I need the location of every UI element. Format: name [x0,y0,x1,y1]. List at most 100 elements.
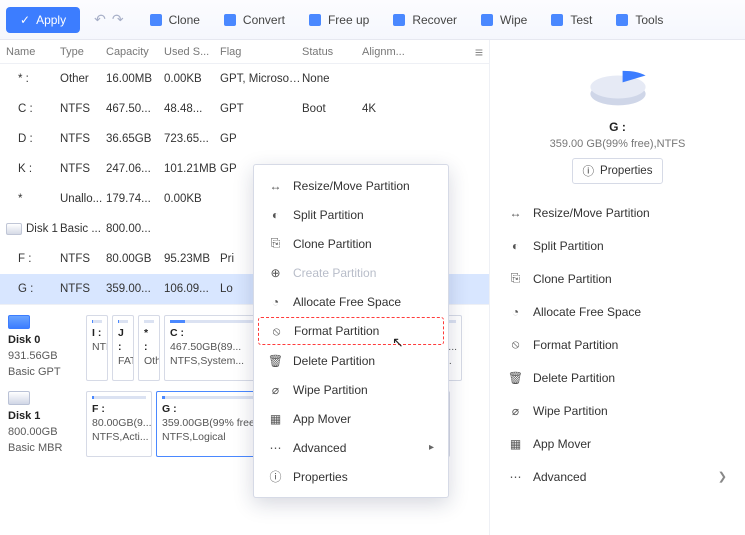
part-sub: Oth... [144,354,154,368]
ctx-allocate-free-space[interactable]: ◔Allocate Free Space [254,287,448,316]
col-used[interactable]: Used S... [164,46,220,58]
side-op-allocate-free-space[interactable]: ◔Allocate Free Space [500,297,735,326]
part-sub2: NTFS,Acti... [92,430,146,444]
tool-free-up[interactable]: Free up [305,8,371,32]
tool-recover[interactable]: Recover [389,8,459,32]
ctx-advanced[interactable]: ⋯Advanced▸ [254,433,448,462]
list-view-icon[interactable]: ≡ [475,44,483,60]
col-flag[interactable]: Flag [220,46,302,58]
cell: 0.00KB [164,193,220,205]
properties-button[interactable]: ⓘ Properties [572,158,664,184]
side-op-advanced[interactable]: ⋯ Advanced ❯ [500,462,735,491]
ctx-split-partition[interactable]: ◐ Split Partition [254,200,448,229]
disk-icon [8,315,30,329]
partition-block[interactable]: J :FAT... [112,315,134,381]
col-capacity[interactable]: Capacity [106,46,164,58]
tool-clone[interactable]: Clone [146,8,202,32]
ctx-label: Properties [293,470,348,484]
cell: * : [6,73,60,85]
cell: NTFS [60,283,106,295]
alloc-icon: ◔ [268,294,283,309]
ctx-create-partition: ⊕Create Partition [254,258,448,287]
ctx-label: Split Partition [293,208,364,222]
cell: NTFS [60,163,106,175]
usage-bar [92,320,102,323]
create-icon: ⊕ [268,265,283,280]
side-op-split-partition[interactable]: ◐Split Partition [500,231,735,260]
apply-button[interactable]: ✓ Apply [6,7,80,33]
cell: 48.48... [164,103,220,115]
split-icon: ◐ [268,207,283,222]
ctx-label: Advanced [293,441,346,455]
ctx-properties[interactable]: ⓘProperties [254,462,448,491]
partition-block[interactable]: * :Oth... [138,315,160,381]
col-align[interactable]: Alignm... [362,46,416,58]
split-icon: ◐ [508,238,523,253]
free up-icon [307,12,323,28]
redo-icon[interactable]: ↷ [112,11,124,28]
disk-size: 800.00GB [8,425,80,441]
cell: Unallo... [60,193,106,205]
side-op-delete-partition[interactable]: 🗑Delete Partition [500,363,735,392]
part-name: I : [92,326,102,340]
side-op-clone-partition[interactable]: ⎘Clone Partition [500,264,735,293]
ctx-label: Wipe Partition [293,383,368,397]
tool-label: Wipe [500,13,527,27]
cell: * [6,193,60,205]
partition-block[interactable]: I :NTF... [86,315,108,381]
side-op-label: Advanced [533,470,586,484]
disk-name: Disk 0 [8,333,80,349]
partition-block[interactable]: F :80.00GB(9...NTFS,Acti... [86,391,152,457]
ctx-app-mover[interactable]: ▦App Mover [254,404,448,433]
partition-row[interactable]: D :NTFS36.65GB723.65...GP [0,124,489,154]
tool-label: Free up [328,13,369,27]
tool-convert[interactable]: Convert [220,8,287,32]
tool-label: Recover [412,13,457,27]
cell: Disk 1 [6,223,60,235]
top-toolbar: ✓ Apply ↶ ↷ Clone Convert Free up Recover Wi… [0,0,745,40]
ctx-delete-partition[interactable]: 🗑Delete Partition [254,346,448,375]
side-op-wipe-partition[interactable]: ⌀Wipe Partition [500,396,735,425]
tool-wipe[interactable]: Wipe [477,8,529,32]
part-sub: 80.00GB(9... [92,416,146,430]
cell: 95.23MB [164,253,220,265]
usage-bar [92,396,146,399]
format-icon: ⦸ [508,337,523,352]
ctx-label: App Mover [293,412,351,426]
col-name[interactable]: Name [6,46,60,58]
disk-info[interactable]: Disk 1800.00GBBasic MBR [8,391,80,457]
tool-test[interactable]: Test [547,8,594,32]
side-op-resize-move-partition[interactable]: ↔Resize/Move Partition [500,198,735,227]
cell: 179.74... [106,193,164,205]
col-status[interactable]: Status [302,46,362,58]
col-type[interactable]: Type [60,46,106,58]
ctx-clone-partition[interactable]: ⎘Clone Partition [254,229,448,258]
side-op-label: App Mover [533,437,591,451]
usage-bar [118,320,128,323]
ctx-resize-move-partition[interactable]: ↔Resize/Move Partition [254,171,448,200]
tool-label: Test [570,13,592,27]
chevron-right-icon: ❯ [718,470,727,483]
disk-info[interactable]: Disk 0931.56GBBasic GPT [8,315,80,381]
wipe-icon: ⌀ [508,403,523,418]
side-op-format-partition[interactable]: ⦸ Format Partition [500,330,735,359]
partition-row[interactable]: * :Other16.00MB0.00KBGPT, Microsoft ...N… [0,64,489,94]
cell: Boot [302,103,362,115]
test-icon [549,12,565,28]
cell: C : [6,103,60,115]
undo-icon[interactable]: ↶ [94,11,106,28]
convert-icon [222,12,238,28]
cell: GPT [220,103,302,115]
side-partition-subtitle: 359.00 GB(99% free),NTFS [500,138,735,150]
side-op-label: Resize/Move Partition [533,206,650,220]
partition-row[interactable]: C :NTFS467.50...48.48...GPTBoot4K [0,94,489,124]
tool-tools[interactable]: Tools [612,8,665,32]
adv-icon: ⋯ [508,469,523,484]
side-op-app-mover[interactable]: ▦App Mover [500,429,735,458]
tool-label: Convert [243,13,285,27]
side-op-label: Format Partition [533,338,618,352]
ctx-format-partition[interactable]: ⦸Format Partition [258,317,444,345]
ctx-wipe-partition[interactable]: ⌀Wipe Partition [254,375,448,404]
clone-icon [148,12,164,28]
cell: NTFS [60,253,106,265]
